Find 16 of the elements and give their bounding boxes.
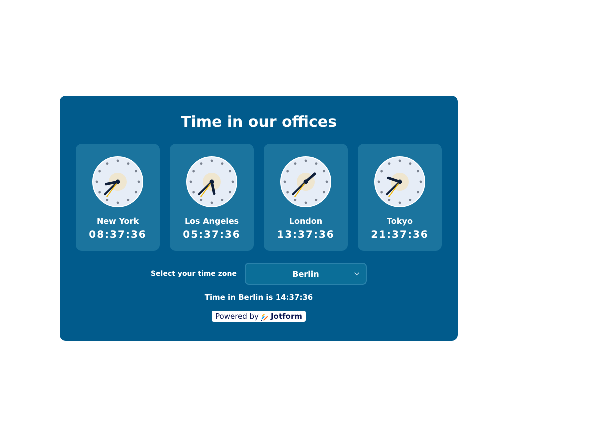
widget-title: Time in our offices <box>180 113 338 131</box>
logo-icon <box>261 312 269 320</box>
city-name: London <box>289 217 323 226</box>
clock-icon <box>186 156 238 208</box>
city-time: 21:37:36 <box>371 230 429 241</box>
city-name: New York <box>96 217 140 226</box>
clock-icon <box>280 156 332 208</box>
timezone-dropdown[interactable]: Berlin <box>244 263 367 285</box>
city-name: Los Angeles <box>184 217 240 226</box>
city-time: 08:37:36 <box>89 230 147 241</box>
clock-icon <box>92 156 144 208</box>
city-time: 05:37:36 <box>183 230 241 241</box>
chevron-icon <box>354 272 360 276</box>
clock-icon <box>374 156 426 208</box>
city-time: 13:37:36 <box>277 230 335 241</box>
city-name: Tokyo <box>387 217 413 226</box>
